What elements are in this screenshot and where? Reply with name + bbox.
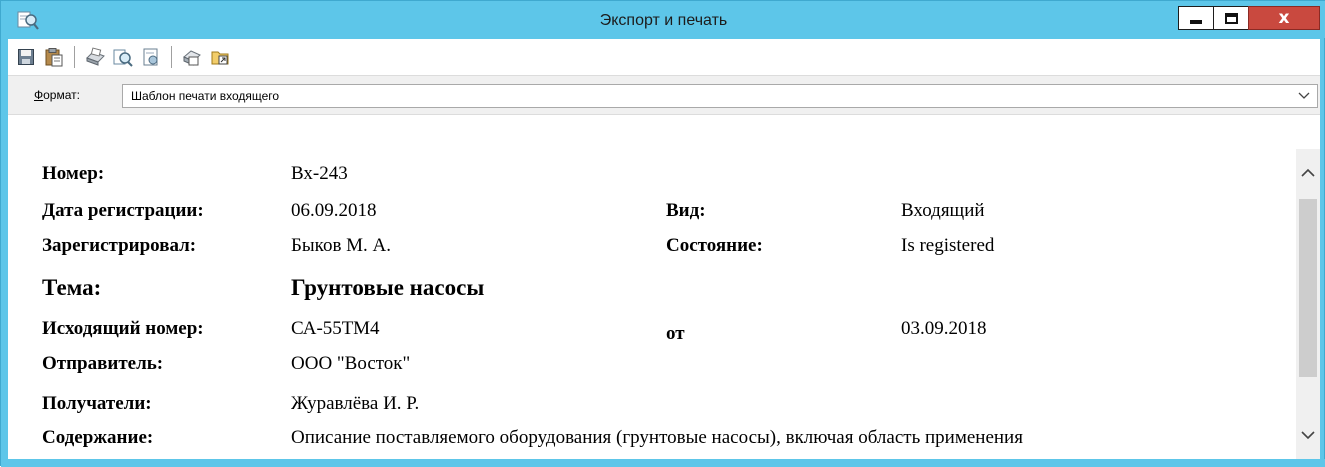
number-label: Номер: bbox=[42, 163, 105, 184]
reg-date-value: 06.09.2018 bbox=[291, 200, 377, 221]
print-icon[interactable] bbox=[83, 45, 107, 69]
preview-magnifier-icon[interactable] bbox=[15, 7, 41, 33]
minimize-button[interactable] bbox=[1178, 6, 1214, 30]
close-icon: x bbox=[1278, 7, 1290, 28]
state-value: Is registered bbox=[901, 235, 995, 256]
document-margin bbox=[8, 115, 1320, 149]
close-button[interactable]: x bbox=[1248, 6, 1320, 30]
minimize-icon bbox=[1190, 20, 1202, 24]
print-preview-icon[interactable] bbox=[111, 45, 135, 69]
format-label: Формат: bbox=[34, 88, 80, 102]
reg-date-label: Дата регистрации: bbox=[42, 200, 204, 221]
recipients-value: Журавлёва И. Р. bbox=[291, 393, 420, 414]
chevron-down-icon bbox=[1301, 431, 1315, 440]
toolbar bbox=[8, 39, 1320, 75]
toolbar-separator bbox=[171, 46, 172, 68]
content-value: Описание поставляемого оборудования (гру… bbox=[291, 427, 1023, 448]
clipboard-icon[interactable] bbox=[42, 45, 66, 69]
format-select[interactable]: Шаблон печати входящего bbox=[122, 84, 1318, 108]
title-bar[interactable]: Экспорт и печать x bbox=[1, 1, 1325, 38]
window-title: Экспорт и печать bbox=[599, 12, 728, 29]
scroll-thumb[interactable] bbox=[1299, 199, 1317, 377]
kind-value: Входящий bbox=[901, 200, 985, 221]
vertical-scrollbar[interactable] bbox=[1296, 149, 1320, 459]
export-print-window: Экспорт и печать x Формат: Шаблон печати… bbox=[0, 0, 1325, 467]
subject-value: Грунтовые насосы bbox=[291, 275, 485, 300]
open-export-icon[interactable] bbox=[208, 45, 232, 69]
outgoing-number-value: СА-55ТМ4 bbox=[291, 318, 380, 339]
format-selected-value: Шаблон печати входящего bbox=[131, 89, 280, 103]
registered-by-value: Быков М. А. bbox=[291, 235, 392, 256]
state-label: Состояние: bbox=[666, 235, 763, 256]
subject-label: Тема: bbox=[42, 275, 102, 300]
maximize-button[interactable] bbox=[1213, 6, 1249, 30]
format-label-accelerator: Ф bbox=[34, 88, 44, 102]
sender-label: Отправитель: bbox=[42, 353, 164, 374]
registered-by-label: Зарегистрировал: bbox=[42, 235, 197, 256]
sender-value: ООО "Восток" bbox=[291, 353, 411, 374]
number-value: Вх-243 bbox=[291, 163, 348, 184]
outgoing-number-label: Исходящий номер: bbox=[42, 318, 204, 339]
format-row: Формат: Шаблон печати входящего bbox=[8, 75, 1320, 115]
recipients-label: Получатели: bbox=[42, 393, 152, 414]
export-icon[interactable] bbox=[180, 45, 204, 69]
toolbar-separator bbox=[74, 46, 75, 68]
format-label-text: ормат: bbox=[43, 88, 80, 102]
chevron-up-icon bbox=[1301, 168, 1315, 177]
kind-label: Вид: bbox=[666, 200, 706, 221]
scroll-down-button[interactable] bbox=[1296, 411, 1320, 459]
document-preview: Номер: Вх-243 Дата регистрации: 06.09.20… bbox=[8, 149, 1296, 459]
maximize-icon bbox=[1224, 12, 1238, 24]
from-value: 03.09.2018 bbox=[901, 318, 987, 339]
content-label: Содержание: bbox=[42, 427, 154, 448]
chevron-down-icon[interactable] bbox=[1297, 88, 1311, 102]
from-label: от bbox=[666, 323, 685, 344]
scroll-up-button[interactable] bbox=[1296, 149, 1320, 197]
save-icon[interactable] bbox=[14, 45, 38, 69]
page-setup-icon[interactable] bbox=[139, 45, 163, 69]
